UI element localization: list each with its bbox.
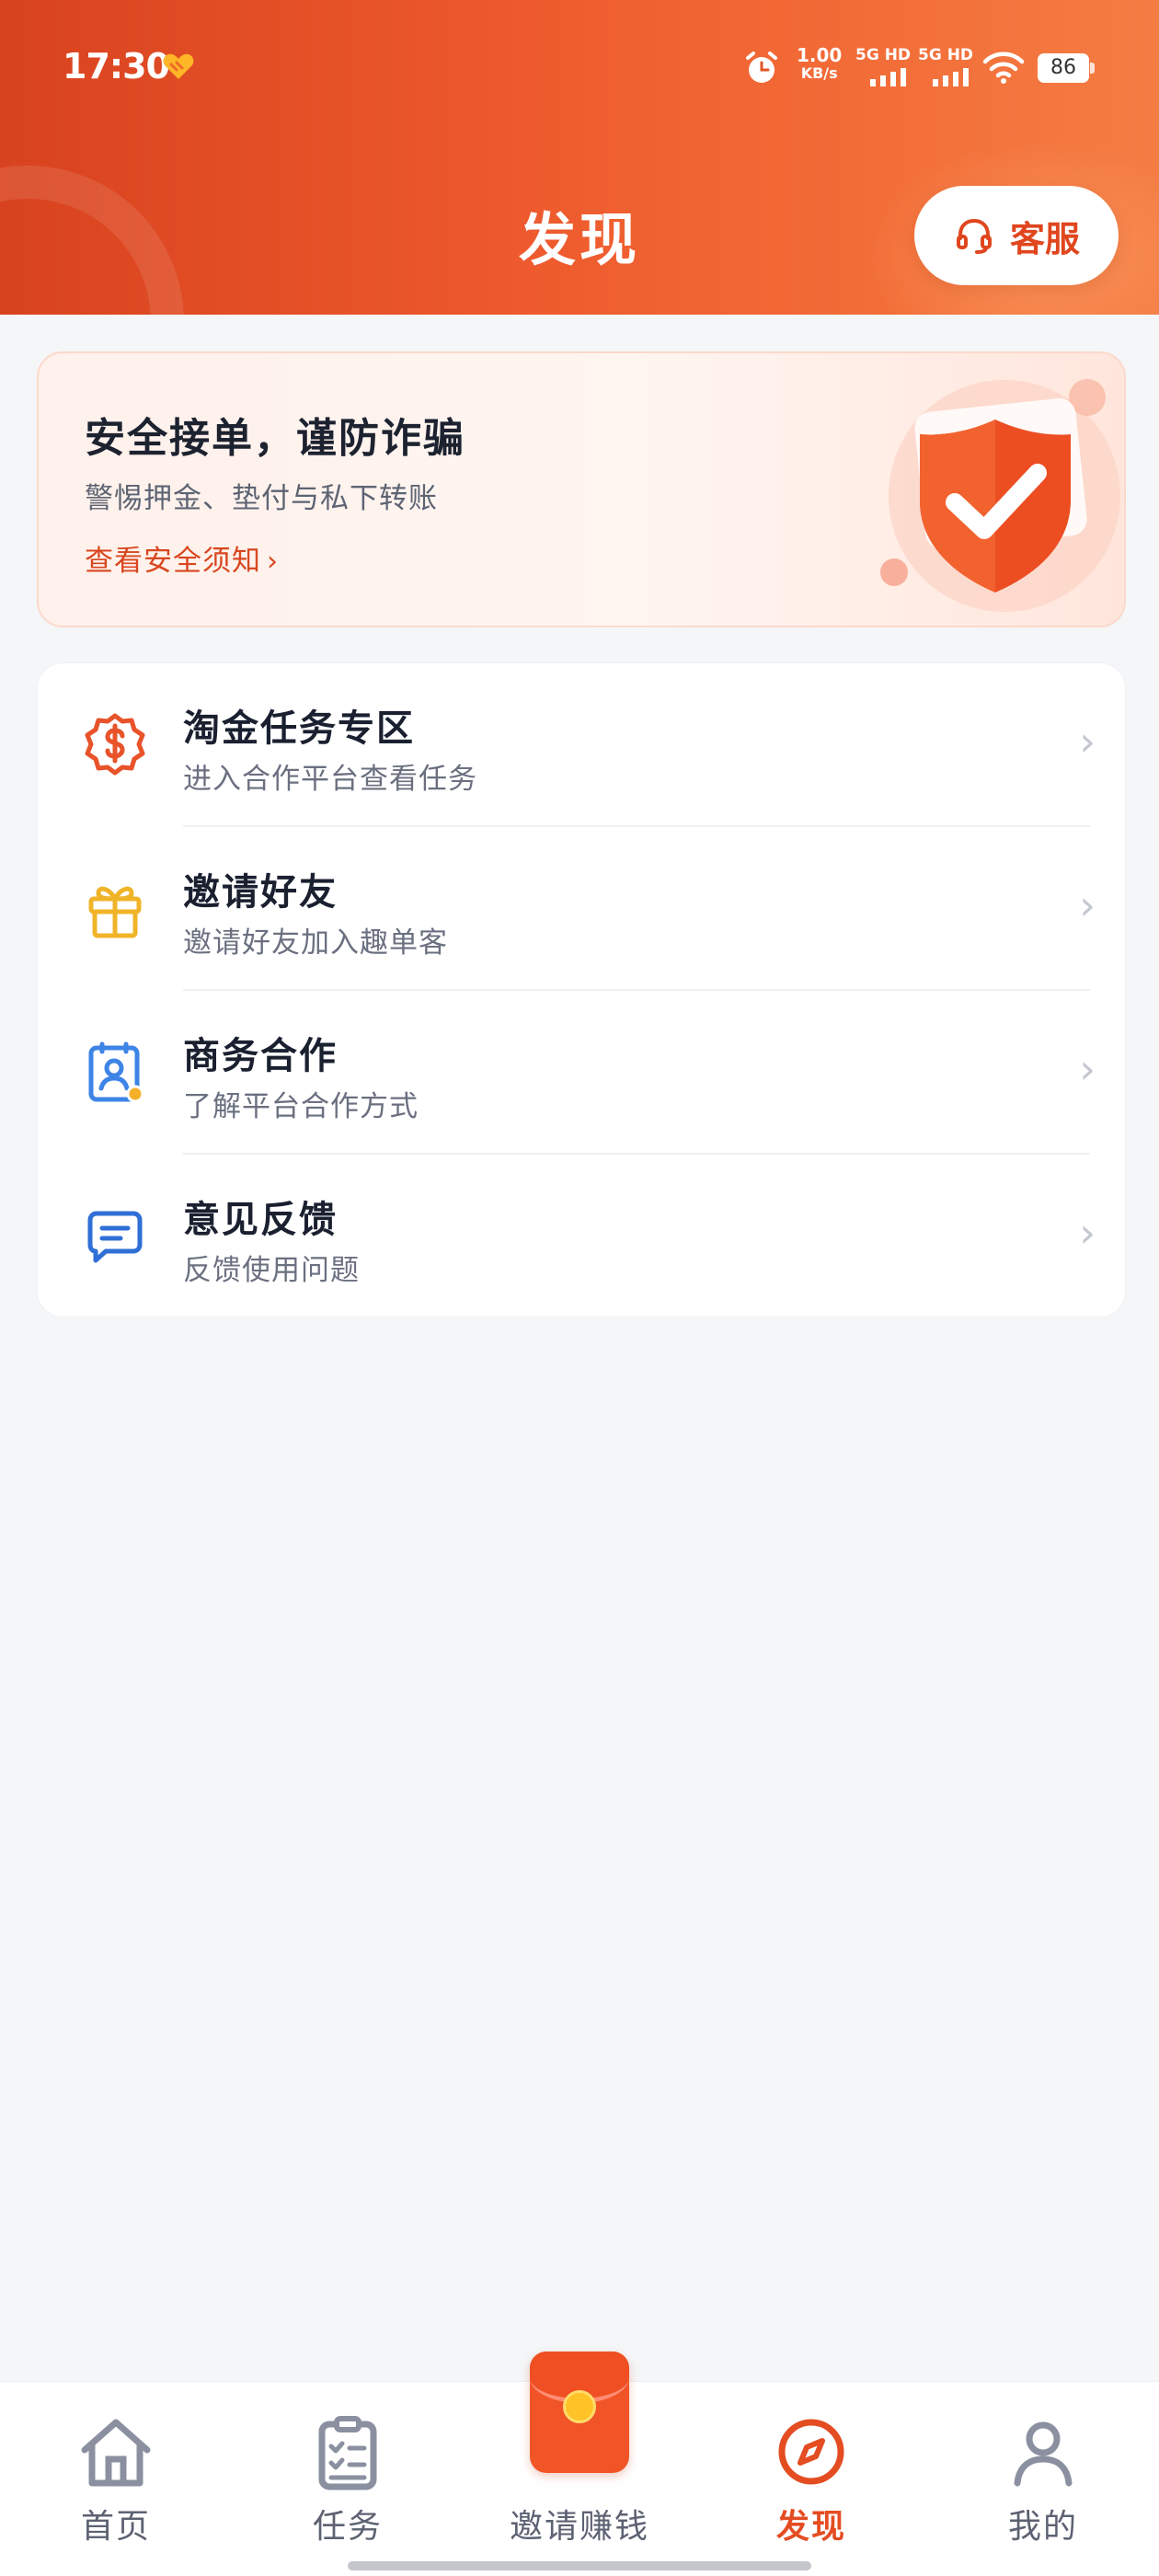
network-speed-value: 1.00	[797, 44, 843, 66]
sim2-signal: 5G HD	[918, 46, 977, 86]
message-icon	[87, 1211, 143, 1263]
header: 17:30 1.00 KB/s 5G HD 5G HD 86 发现 客服	[0, 0, 1159, 315]
nav-label: 任务	[312, 2508, 383, 2546]
network-speed-unit: KB/s	[800, 64, 838, 82]
sim2-label: 5G HD	[918, 46, 974, 64]
safety-banner-subtitle: 警惕押金、垫付与私下转账	[85, 482, 438, 515]
chevron-right-icon: ›	[1079, 719, 1096, 765]
home-icon	[81, 2419, 151, 2487]
menu-item-desc: 进入合作平台查看任务	[183, 763, 477, 796]
feature-menu: 淘金任务专区 进入合作平台查看任务 › 邀请好友 邀请好友加入趣单客 › 商务合…	[37, 662, 1126, 1317]
safety-notice-link[interactable]: 查看安全须知 ›	[85, 537, 279, 579]
nav-label: 邀请赚钱	[509, 2508, 649, 2546]
home-indicator[interactable]	[348, 2561, 811, 2570]
wifi-icon	[982, 52, 1025, 84]
heart-icon	[163, 53, 194, 79]
nav-tasks[interactable]: 任务	[232, 2382, 464, 2576]
alarm-icon	[746, 52, 777, 83]
safety-banner[interactable]: 安全接单，谨防诈骗 警惕押金、垫付与私下转账 查看安全须知 ›	[37, 351, 1126, 627]
menu-item-feedback[interactable]: 意见反馈 反馈使用问题 ›	[38, 1155, 1127, 1318]
nav-label: 我的	[1007, 2508, 1078, 2546]
safety-banner-title: 安全接单，谨防诈骗	[85, 415, 465, 462]
menu-item-title: 淘金任务专区	[183, 707, 415, 750]
menu-item-title: 邀请好友	[183, 871, 338, 914]
gift-icon	[88, 886, 142, 938]
nav-label: 发现	[775, 2508, 846, 2546]
clipboard-icon	[318, 2416, 377, 2490]
contact-card-icon	[88, 1041, 144, 1103]
network-speed: 1.00 KB/s	[797, 46, 842, 83]
red-packet-icon[interactable]	[530, 2352, 629, 2473]
status-bar: 17:30 1.00 KB/s 5G HD 5G HD 86	[0, 0, 1159, 138]
menu-item-gold-tasks[interactable]: 淘金任务专区 进入合作平台查看任务 ›	[38, 663, 1127, 827]
nav-profile[interactable]: 我的	[927, 2382, 1159, 2576]
signal-bars-icon	[933, 68, 969, 86]
sim1-label: 5G HD	[855, 46, 912, 64]
chevron-right-icon: ›	[267, 546, 279, 578]
user-icon	[1014, 2421, 1073, 2487]
menu-item-desc: 邀请好友加入趣单客	[183, 926, 448, 960]
nav-label: 首页	[80, 2508, 151, 2546]
headset-icon	[956, 218, 992, 254]
menu-item-title: 商务合作	[183, 1035, 338, 1077]
battery-indicator: 86	[1038, 53, 1095, 83]
signal-bars-icon	[870, 68, 906, 86]
safety-notice-link-label: 查看安全须知	[85, 545, 261, 578]
shield-check-icon	[880, 379, 1120, 612]
menu-item-business-cooperation[interactable]: 商务合作 了解平台合作方式 ›	[38, 991, 1127, 1155]
menu-item-title: 意见反馈	[183, 1199, 338, 1241]
customer-service-button[interactable]: 客服	[914, 186, 1119, 285]
menu-item-desc: 反馈使用问题	[183, 1254, 360, 1287]
nav-discover[interactable]: 发现	[695, 2382, 927, 2576]
chevron-right-icon: ›	[1079, 1210, 1096, 1257]
dollar-badge-icon	[85, 713, 145, 776]
chevron-right-icon: ›	[1079, 1046, 1096, 1093]
menu-item-invite-friends[interactable]: 邀请好友 邀请好友加入趣单客 ›	[38, 827, 1127, 991]
menu-item-desc: 了解平台合作方式	[183, 1090, 419, 1123]
sim1-signal: 5G HD	[855, 46, 914, 86]
compass-icon	[778, 2419, 844, 2485]
chevron-right-icon: ›	[1079, 882, 1096, 929]
status-time: 17:30	[63, 46, 170, 86]
red-packet-coin	[563, 2390, 596, 2423]
customer-service-label: 客服	[1009, 218, 1080, 259]
nav-home[interactable]: 首页	[0, 2382, 232, 2576]
